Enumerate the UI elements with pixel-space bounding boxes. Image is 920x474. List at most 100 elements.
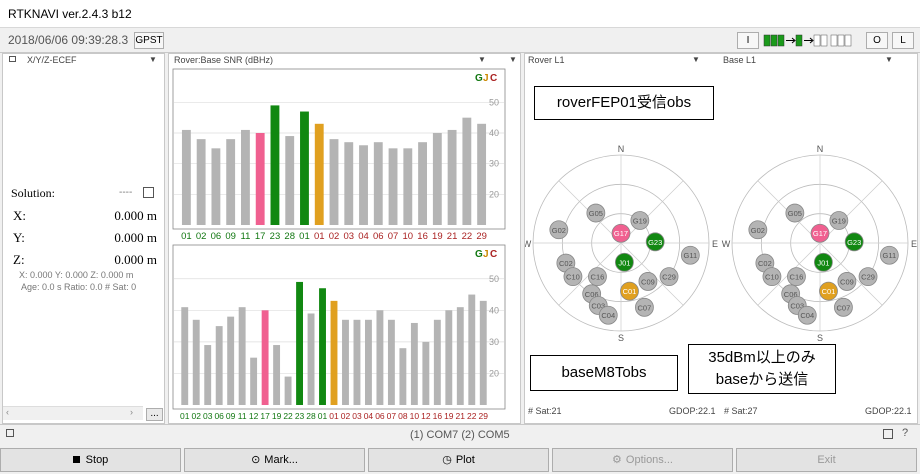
prn-label: 02 <box>329 231 340 242</box>
filter-note-line1: 35dBm以上のみ <box>708 349 816 366</box>
legend-c: C <box>490 73 497 84</box>
prn-label: 22 <box>462 231 473 242</box>
options-icon: ⚙ <box>612 454 622 466</box>
plot-label: Plot <box>455 454 475 466</box>
prn-label: 22 <box>467 411 477 421</box>
prn-label: 06 <box>211 231 222 242</box>
chevron-down-icon[interactable]: ▼ <box>149 55 157 64</box>
compass-s: S <box>817 333 823 343</box>
panel-toggle-icon[interactable] <box>6 429 14 437</box>
panel-toggle-icon[interactable] <box>9 56 16 62</box>
z-value: 0.000 m <box>114 252 157 267</box>
rover-snr-chart: 50403020G J C01 02 06 09 11 17 23 28 01 01 02 03 04 06 0… <box>172 68 506 242</box>
snr-bar <box>215 326 223 405</box>
satellite-id: G02 <box>751 226 765 235</box>
time-system-button[interactable]: GPST <box>134 32 164 49</box>
prn-label: 01 <box>181 231 192 242</box>
snr-bar <box>241 129 250 225</box>
solution-detail-xyz: X: 0.000 Y: 0.000 Z: 0.000 m <box>19 270 134 280</box>
snr-bar <box>422 341 430 405</box>
options-button[interactable]: ⚙ Options... <box>552 448 733 472</box>
prn-label: 04 <box>364 411 374 421</box>
satellite-id: G05 <box>788 209 802 218</box>
chevron-down-icon[interactable]: ▼ <box>509 55 517 64</box>
prn-label: 08 <box>398 411 408 421</box>
satellite-id: C09 <box>641 277 655 286</box>
chevron-down-icon[interactable]: ▼ <box>692 55 700 64</box>
prn-label: 10 <box>403 231 414 242</box>
scroll-left-icon[interactable]: ‹ <box>6 407 9 417</box>
x-value: 0.000 m <box>114 208 157 223</box>
log-stream-button[interactable]: L <box>892 32 914 49</box>
prn-label: 04 <box>358 231 369 242</box>
solution-indicator-box <box>143 187 154 198</box>
legend-j: J <box>483 73 489 84</box>
rover-skyplot-title[interactable]: Rover L1 <box>528 55 565 65</box>
output-stream-button[interactable]: O <box>866 32 888 49</box>
prn-label: 01 <box>299 231 310 242</box>
prn-label: 01 <box>180 411 190 421</box>
prn-label: 11 <box>240 231 250 242</box>
satellite-id: G23 <box>648 238 662 247</box>
snr-bar <box>330 300 338 405</box>
satellite-id: C07 <box>638 303 652 312</box>
prn-label: 29 <box>479 411 489 421</box>
status-bar: (1) COM7 (2) COM5 ? <box>0 424 920 446</box>
base-note: baseM8Tobs <box>530 355 678 391</box>
snr-bar <box>344 142 354 225</box>
snr-bar <box>273 345 281 405</box>
legend-c: C <box>490 249 497 260</box>
chevron-down-icon[interactable]: ▼ <box>478 55 486 64</box>
snr-bar <box>433 319 441 405</box>
snr-bar <box>181 307 189 405</box>
exit-button[interactable]: Exit <box>736 448 917 472</box>
mark-label: Mark... <box>264 454 298 466</box>
satellite-id: C10 <box>765 273 779 282</box>
window-restore-icon[interactable] <box>883 429 893 439</box>
prn-label: 28 <box>284 231 295 242</box>
snr-bar <box>359 145 368 225</box>
y-tick-label: 50 <box>489 97 499 107</box>
base-gdop: GDOP:22.1 <box>865 406 912 416</box>
prn-label: 16 <box>433 411 443 421</box>
prn-label: 29 <box>476 231 487 242</box>
snr-bar <box>296 281 303 405</box>
mark-button[interactable]: ⊙ Mark... <box>184 448 365 472</box>
snr-panel-title[interactable]: Rover:Base SNR (dBHz) <box>174 55 273 65</box>
solution-detail-age: Age: 0.0 s Ratio: 0.0 # Sat: 0 <box>21 282 137 292</box>
satellite-id: C29 <box>662 273 676 282</box>
prn-label: 01 <box>318 411 328 421</box>
plot-button[interactable]: ◷ Plot <box>368 448 549 472</box>
filter-note: 35dBm以上のみ baseから送信 <box>688 344 836 394</box>
prn-label: 07 <box>387 411 397 421</box>
chevron-down-icon[interactable]: ▼ <box>885 55 893 64</box>
prn-label: 19 <box>272 411 282 421</box>
window-title: RTKNAVI ver.2.4.3 b12 <box>8 7 132 21</box>
horizontal-scrollbar[interactable]: ‹ › <box>3 406 143 420</box>
more-options-button[interactable]: ... <box>146 408 163 421</box>
help-icon[interactable]: ? <box>902 427 908 439</box>
snr-bar <box>255 133 265 225</box>
prn-label: 02 <box>341 411 351 421</box>
prn-label: 01 <box>314 231 325 242</box>
satellite-id: C16 <box>591 273 605 282</box>
stop-button[interactable]: Stop <box>0 448 181 472</box>
snr-panel: Rover:Base SNR (dBHz) ▼ ▼ 50 40 30 20 G J C 01 0… <box>168 53 521 424</box>
satellite-id: G19 <box>832 217 846 226</box>
rover-gdop: GDOP:22.1 <box>669 406 716 416</box>
snr-bar <box>314 123 324 225</box>
y-tick-label: 40 <box>489 305 499 315</box>
prn-label: 17 <box>260 411 270 421</box>
satellite-id: C02 <box>758 259 772 268</box>
prn-label: 07 <box>388 231 399 242</box>
base-skyplot-title[interactable]: Base L1 <box>723 55 756 65</box>
exit-label: Exit <box>817 454 836 466</box>
prn-label: 21 <box>456 411 466 421</box>
prn-label: 03 <box>343 231 354 242</box>
prn-label: 21 <box>447 231 458 242</box>
scroll-right-icon[interactable]: › <box>130 407 133 417</box>
rover-skyplot: N S E W G02 G05 G19 G17 G23 J01 C02 G11 C10 C16 C09 C29… <box>525 144 718 343</box>
input-stream-button[interactable]: I <box>737 32 759 49</box>
coordinate-mode-select[interactable]: X/Y/Z-ECEF <box>27 55 77 65</box>
solution-label: Solution: <box>11 186 56 200</box>
